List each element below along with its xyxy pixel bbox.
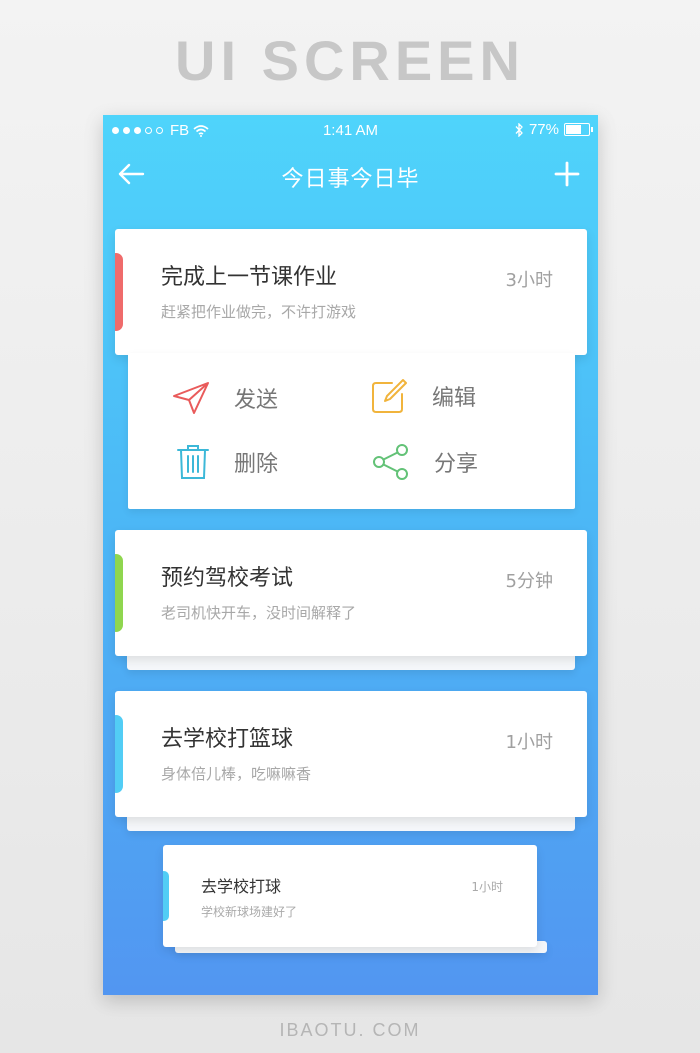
status-right: 77% <box>515 121 593 138</box>
trash-icon <box>177 445 209 479</box>
nav-bar: 今日事今日毕 <box>103 153 598 199</box>
task-title: 去学校打篮球 <box>161 727 294 752</box>
battery-tip <box>591 127 593 132</box>
task-description: 学校新球场建好了 <box>201 905 298 919</box>
send-label: 发送 <box>234 388 279 413</box>
task-card[interactable]: 去学校打球 学校新球场建好了 1小时 <box>163 845 537 947</box>
share-button[interactable]: 分享 <box>372 443 478 481</box>
status-bar: FB 1:41 AM 77% <box>103 115 598 147</box>
delete-button[interactable]: 删除 <box>176 443 278 481</box>
page-heading: UI SCREEN <box>175 29 525 92</box>
task-accent-bar <box>115 253 123 331</box>
task-title: 完成上一节课作业 <box>161 265 338 290</box>
task-accent-bar <box>163 871 169 921</box>
add-icon[interactable] <box>554 161 580 191</box>
task-card[interactable]: 预约驾校考试 老司机快开车，没时间解释了 5分钟 <box>115 530 587 656</box>
task-duration: 1小时 <box>471 880 503 894</box>
edit-label: 编辑 <box>432 386 477 411</box>
edit-button[interactable]: 编辑 <box>370 377 476 415</box>
task-description: 身体倍儿棒，吃嘛嘛香 <box>161 765 312 783</box>
task-card[interactable]: 去学校打篮球 身体倍儿棒，吃嘛嘛香 1小时 <box>115 691 587 817</box>
share-icon <box>373 444 408 480</box>
share-label: 分享 <box>434 452 479 477</box>
task-action-panel: 发送 编辑 删除 分享 <box>128 353 575 509</box>
task-title: 去学校打球 <box>201 877 282 896</box>
task-duration: 5分钟 <box>505 571 553 592</box>
nav-title: 今日事今日毕 <box>281 167 420 192</box>
send-icon <box>173 382 209 414</box>
delete-label: 删除 <box>234 452 279 477</box>
task-accent-bar <box>115 715 123 793</box>
task-accent-bar <box>115 554 123 632</box>
battery-icon <box>564 123 593 136</box>
task-duration: 3小时 <box>505 270 553 291</box>
phone-screen: FB 1:41 AM 77% 今日事今日毕 完成上一节课作业 赶紧把作业做完，不… <box>103 115 598 995</box>
battery-level <box>566 125 582 134</box>
battery-percent: 77% <box>528 121 559 138</box>
footer-text: IBAOTU. COM <box>279 1020 421 1040</box>
task-description: 赶紧把作业做完，不许打游戏 <box>161 303 357 321</box>
bluetooth-icon <box>515 122 523 137</box>
edit-icon <box>372 379 407 413</box>
task-duration: 1小时 <box>505 732 553 753</box>
send-button[interactable]: 发送 <box>172 381 278 415</box>
task-description: 老司机快开车，没时间解释了 <box>161 604 357 622</box>
task-title: 预约驾校考试 <box>161 566 294 591</box>
task-card[interactable]: 完成上一节课作业 赶紧把作业做完，不许打游戏 3小时 <box>115 229 587 355</box>
